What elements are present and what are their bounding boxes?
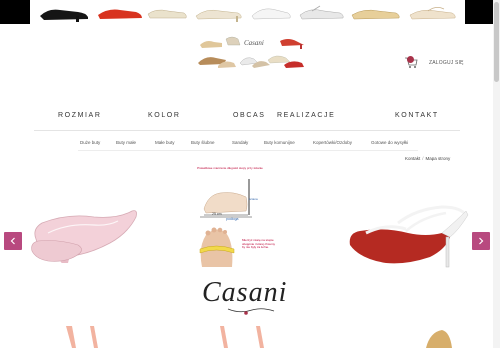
category-buty-slubne[interactable]: Buty ślubne [191,140,215,145]
chevron-right-icon [479,237,484,245]
nav-divider [34,130,460,131]
slide-red-shoe[interactable] [346,203,470,273]
svg-text:Casani: Casani [244,39,264,47]
main-navigation: ROZMIAR KOLOR OBCAS REALIZACJE KONTAKT [34,112,461,128]
slider-prev-button[interactable] [4,232,22,250]
category-kopertowki[interactable]: Kopertówki/Ozdoby [313,140,352,145]
login-link[interactable]: ZALOGUJ SIĘ [429,60,464,66]
nav-item-kontakt[interactable]: KONTAKT [395,112,439,119]
measure-wall-label: ściana [249,197,258,201]
category-buty-komunijne[interactable]: Buty komunijne [264,140,295,145]
measure-floor-label: podłoga [226,217,239,221]
category-divider [78,150,418,151]
sitemap-link[interactable]: Mapa strony [426,156,451,161]
strip-edge-left [0,0,30,24]
cart-count-badge [407,56,414,63]
category-duze-buty[interactable]: Duże buty [80,140,100,145]
nav-item-realizacje[interactable]: REALIZACJE [277,112,335,119]
shoe-thumb-black[interactable] [38,2,90,22]
product-strip [0,0,500,24]
slider-next-button[interactable] [472,232,490,250]
shoe-thumb-nude[interactable] [406,2,458,22]
utility-links: Kontakt / Mapa strony [405,156,450,161]
scrollbar-thumb[interactable] [494,2,499,82]
shoe-thumb-ivory[interactable] [192,2,244,22]
size-guide-caption: Prawidłowe mierzenie długości stopy przy… [197,166,263,170]
size-guide: Prawidłowe mierzenie długości stopy przy… [192,166,275,275]
category-gotowe-do-wysylki[interactable]: Gotowe do wysyłki [371,140,408,145]
nav-item-kolor[interactable]: KOLOR [148,112,181,119]
shoe-thumb-gold[interactable] [350,2,402,22]
product-thumb-3[interactable] [420,326,460,348]
nav-item-obcas[interactable]: OBCAS [233,112,266,119]
nav-item-rozmiar[interactable]: ROZMIAR [58,112,101,119]
brand-logo: Casani [198,277,306,317]
product-thumb-2[interactable] [216,326,276,348]
shoe-thumb-cream[interactable] [146,2,188,22]
slide-pink-shoe[interactable] [28,193,140,265]
category-male-buty[interactable]: Małe buty [155,140,175,145]
measure-note: Mierzyć miarę na stopie obojętnie i któr… [242,238,276,250]
site-logo[interactable]: Casani [196,33,308,73]
contact-link[interactable]: Kontakt [405,156,420,161]
foot-tape-photo [199,227,235,267]
shoe-thumb-white[interactable] [250,2,292,22]
category-sandaly[interactable]: Sandały [232,140,248,145]
category-buty-male[interactable]: Buty małe [116,140,136,145]
brand-underline [227,308,275,315]
product-thumb-1[interactable] [62,326,102,348]
measure-length-label: 25 cm [212,212,222,216]
chevron-left-icon [10,237,15,245]
shoe-thumb-red[interactable] [96,2,144,22]
product-row [0,322,500,348]
shoe-thumb-silver[interactable] [298,2,346,22]
